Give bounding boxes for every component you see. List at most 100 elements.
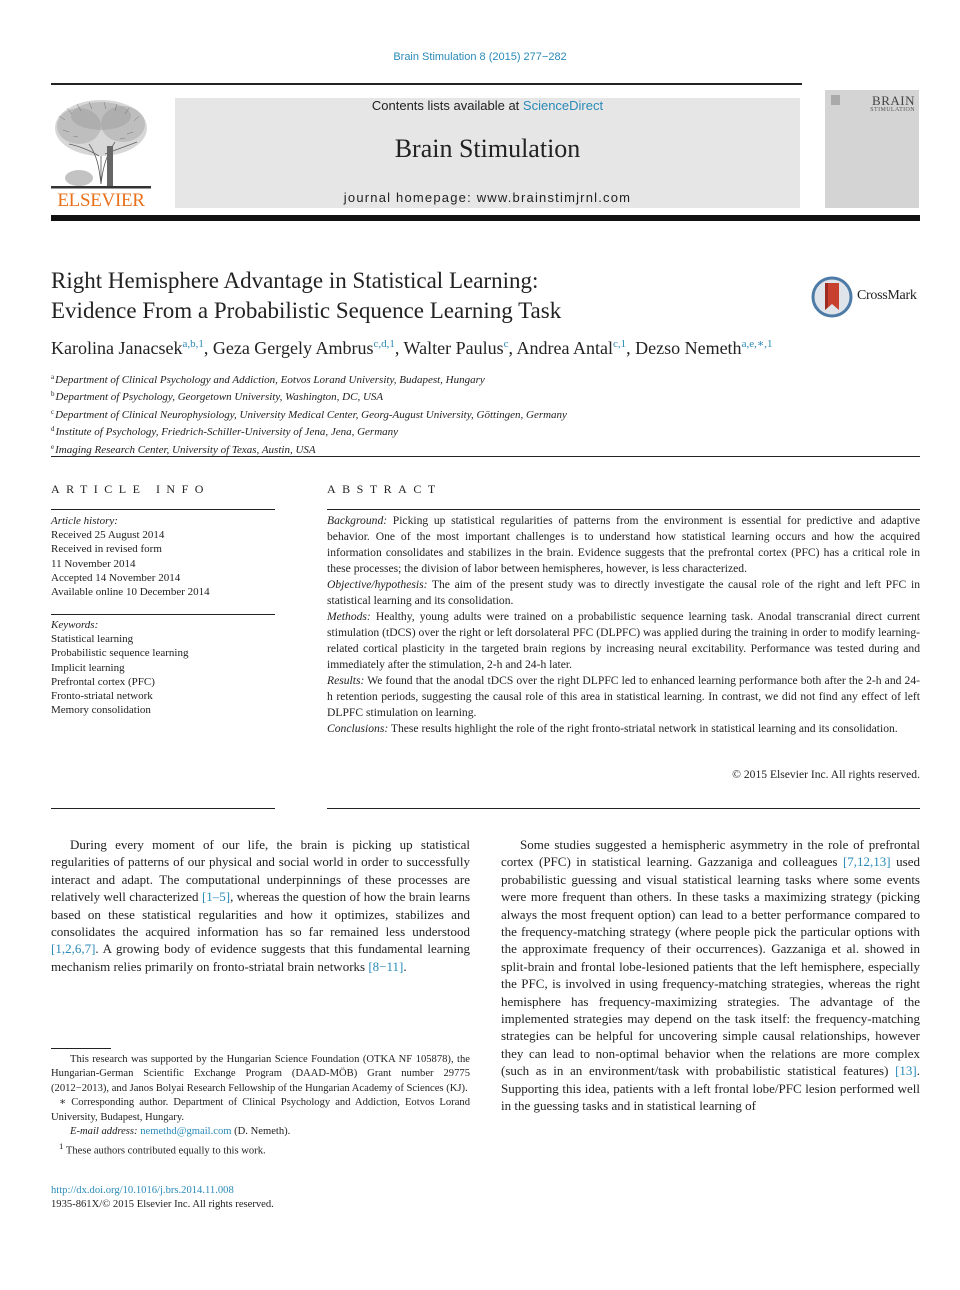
author-affil-sup[interactable]: c [504, 338, 509, 350]
abstract-objective: Objective/hypothesis: The aim of the pre… [327, 577, 920, 609]
citation-link[interactable]: [7,12,13] [843, 854, 891, 869]
affiliation-key: a [51, 373, 55, 381]
abstract-body: Background: Picking up statistical regul… [327, 513, 920, 737]
affiliations-rule [51, 456, 920, 457]
affiliation-text: Imaging Research Center, University of T… [55, 443, 316, 456]
abstract-conclusions: Conclusions: These results highlight the… [327, 721, 920, 737]
author-name: Walter Paulus [403, 338, 504, 358]
corresponding-author-footnote: ∗ Corresponding author. Department of Cl… [51, 1096, 470, 1125]
history-item: Received in revised form [51, 543, 162, 556]
author-affil-sup[interactable]: a,e,∗,1 [742, 338, 773, 350]
abstract-methods: Methods: Healthy, young adults were trai… [327, 609, 920, 673]
contents-line: Contents lists available at ScienceDirec… [175, 98, 800, 113]
keyword: Memory consolidation [51, 704, 151, 717]
title-line-1: Right Hemisphere Advantage in Statistica… [51, 268, 539, 293]
author[interactable]: Dezso Nemetha,e,∗,1 [635, 338, 772, 358]
author[interactable]: Walter Paulusc [404, 338, 509, 358]
equal-contribution-text: These authors contributed equally to thi… [63, 1145, 266, 1157]
author-list: Karolina Janacseka,b,1, Geza Gergely Amb… [51, 338, 773, 358]
keywords-rule [51, 614, 275, 615]
body-text: . A growing body of evidence suggests th… [51, 941, 470, 974]
affiliations: aDepartment of Clinical Psychology and A… [51, 370, 567, 457]
abstract-section-text: Picking up statistical regularities of p… [327, 514, 920, 575]
keywords: Keywords: Statistical learning Probabili… [51, 618, 275, 717]
author-name: Karolina Janacsek [51, 338, 183, 358]
article-title: Right Hemisphere Advantage in Statistica… [51, 266, 751, 326]
email-link[interactable]: nemethd@gmail.com [140, 1126, 231, 1137]
journal-banner: Contents lists available at ScienceDirec… [175, 98, 800, 208]
citation-link[interactable]: [1–5] [202, 889, 230, 904]
affiliation-key: b [51, 390, 55, 399]
article-history-label: Article history: [51, 515, 118, 527]
keyword: Probabilistic sequence learning [51, 647, 189, 660]
author[interactable]: Karolina Janacseka,b,1 [51, 338, 204, 358]
corresponding-text: Corresponding author. Department of Clin… [51, 1097, 470, 1123]
affiliation-key: d [51, 425, 55, 434]
affiliation-key: e [51, 442, 55, 451]
affiliation: eImaging Research Center, University of … [51, 440, 567, 457]
keywords-label: Keywords: [51, 619, 99, 631]
abstract-bottom-rule [327, 808, 920, 809]
keyword: Fronto-striatal network [51, 690, 153, 703]
citation-link[interactable]: [1,2,6,7] [51, 941, 95, 956]
running-head[interactable]: Brain Stimulation 8 (2015) 277−282 [0, 51, 960, 63]
abstract-section-label: Conclusions: [327, 722, 389, 735]
abstract-section-label: Background: [327, 514, 388, 527]
author-affil-sup[interactable]: c,1 [613, 338, 626, 350]
equal-contribution-footnote: 1 These authors contributed equally to t… [51, 1139, 470, 1159]
sciencedirect-link[interactable]: ScienceDirect [523, 98, 603, 113]
abstract-section-text: We found that the anodal tDCS over the r… [327, 674, 920, 719]
body-text: used probabilistic guessing and visual s… [501, 854, 920, 1079]
affiliation-text: Department of Clinical Psychology and Ad… [55, 374, 485, 386]
abstract-heading: ABSTRACT [327, 482, 442, 496]
journal-cover-thumbnail: BRAIN STIMULATION [825, 90, 919, 208]
abstract-copyright: © 2015 Elsevier Inc. All rights reserved… [732, 768, 920, 781]
body-text: . [403, 958, 407, 974]
author[interactable]: Geza Gergely Ambrusc,d,1 [213, 338, 395, 358]
author[interactable]: Andrea Antalc,1 [516, 338, 626, 358]
citation-link[interactable]: [8−11] [368, 959, 403, 974]
history-item: Received 25 August 2014 [51, 529, 165, 542]
affiliation: bDepartment of Psychology, Georgetown Un… [51, 387, 567, 404]
abstract-section-label: Objective/hypothesis: [327, 578, 428, 591]
footnote-rule [51, 1048, 111, 1049]
abstract-section-label: Methods: [327, 610, 371, 623]
body-right-paragraph: Some studies suggested a hemispheric asy… [501, 836, 920, 1115]
crossmark-icon[interactable] [811, 276, 853, 318]
email-label: E-mail address: [70, 1126, 138, 1138]
crossmark-label[interactable]: CrossMark [857, 288, 917, 304]
author-name: Dezso Nemeth [635, 338, 742, 358]
journal-name: Brain Stimulation [394, 134, 581, 163]
abstract-background: Background: Picking up statistical regul… [327, 513, 920, 577]
citation-link[interactable]: [13] [895, 1063, 917, 1078]
abstract-rule [327, 509, 920, 510]
keyword: Prefrontal cortex (PFC) [51, 675, 155, 688]
elsevier-wordmark: ELSEVIER [57, 190, 145, 211]
contents-prefix: Contents lists available at [371, 98, 523, 113]
author-name: Andrea Antal [516, 338, 613, 358]
author-affil-sup[interactable]: c,d,1 [373, 338, 394, 350]
affiliation-text: Department of Clinical Neurophysiology, … [55, 408, 567, 421]
doi-link[interactable]: http://dx.doi.org/10.1016/j.brs.2014.11.… [51, 1185, 234, 1196]
footnotes: This research was supported by the Hunga… [51, 1053, 470, 1159]
history-item: Available online 10 December 2014 [51, 586, 210, 599]
affiliation: aDepartment of Clinical Psychology and A… [51, 370, 567, 387]
affiliation-text: Institute of Psychology, Friedrich-Schil… [55, 426, 399, 439]
article-info-rule [51, 509, 275, 510]
affiliation-key: c [51, 407, 55, 416]
funding-footnote: This research was supported by the Hunga… [51, 1054, 470, 1094]
author-affil-sup[interactable]: a,b,1 [182, 338, 203, 350]
article-info-bottom-rule [51, 808, 275, 809]
journal-homepage[interactable]: journal homepage: www.brainstimjrnl.com [175, 190, 800, 205]
affiliation: dInstitute of Psychology, Friedrich-Schi… [51, 422, 567, 439]
header-thick-rule [51, 215, 920, 221]
affiliation: cDepartment of Clinical Neurophysiology,… [51, 405, 567, 422]
body-left-paragraph: During every moment of our life, the bra… [51, 836, 470, 975]
author-name: Geza Gergely Ambrus [212, 338, 374, 358]
abstract-section-text: These results highlight the role of the … [388, 722, 898, 735]
issn-copyright: 1935-861X/© 2015 Elsevier Inc. All right… [51, 1199, 274, 1210]
abstract-section-label: Results: [327, 674, 365, 687]
email-suffix: (D. Nemeth). [231, 1126, 291, 1138]
abstract-section-text: Healthy, young adults were trained on a … [327, 610, 920, 671]
keyword: Implicit learning [51, 661, 125, 674]
